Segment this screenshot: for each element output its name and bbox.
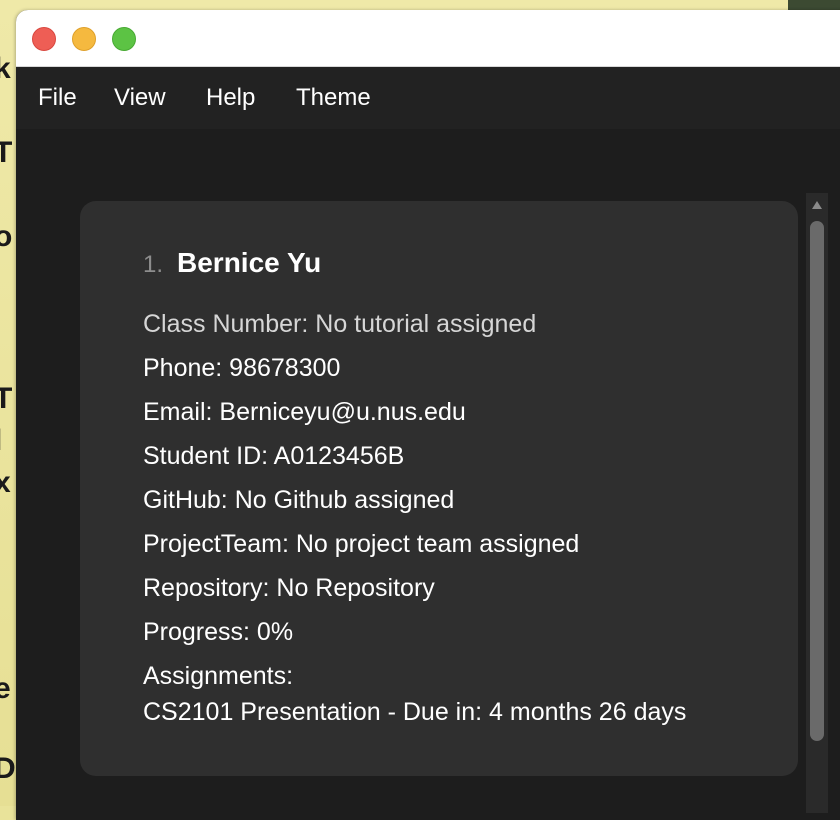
close-window-button[interactable] [32,27,56,51]
progress-field: Progress: 0% [143,618,294,646]
assignments-label: Assignments: [143,662,294,690]
background-image-corner [788,0,840,10]
student-id-field: Student ID: A0123456B [143,442,405,470]
project-team-field: ProjectTeam: No project team assigned [143,530,580,558]
phone-field: Phone: 98678300 [143,354,341,382]
background-window-fragment: T [0,136,13,169]
background-window-fragment: e [0,672,11,705]
scrollbar-thumb[interactable] [810,221,824,741]
menu-file[interactable]: File [38,84,77,112]
assignment-item: CS2101 Presentation - Due in: 4 months 2… [143,698,687,726]
scroll-up-arrow-icon[interactable] [812,201,822,209]
menu-view[interactable]: View [114,84,166,112]
menu-help[interactable]: Help [206,84,255,112]
class-number-field: Class Number: No tutorial assigned [143,310,537,338]
background-window-fragment: x [0,466,11,499]
person-card-header: 1. Bernice Yu [143,247,321,279]
github-field: GitHub: No Github assigned [143,486,455,514]
background-window-fragment: T [0,382,13,415]
maximize-window-button[interactable] [112,27,136,51]
email-field: Email: Berniceyu@u.nus.edu [143,398,466,426]
menu-bar: File View Help Theme [16,67,840,129]
background-window-fragment: o [0,220,13,253]
background-window-fragment: D [0,752,16,785]
person-card[interactable]: 1. Bernice Yu Class Number: No tutorial a… [80,201,798,776]
title-bar[interactable] [16,10,840,67]
minimize-window-button[interactable] [72,27,96,51]
vertical-scrollbar[interactable] [806,193,828,813]
person-list-panel: 1. Bernice Yu Class Number: No tutorial a… [16,129,840,820]
menu-theme[interactable]: Theme [296,84,371,112]
app-window: File View Help Theme 1. Bernice Yu Class … [16,10,840,820]
person-index: 1. [143,251,164,278]
repository-field: Repository: No Repository [143,574,435,602]
person-name: Bernice Yu [177,247,322,278]
background-window-fragment: k [0,52,11,85]
background-window-fragment: l [0,424,2,458]
